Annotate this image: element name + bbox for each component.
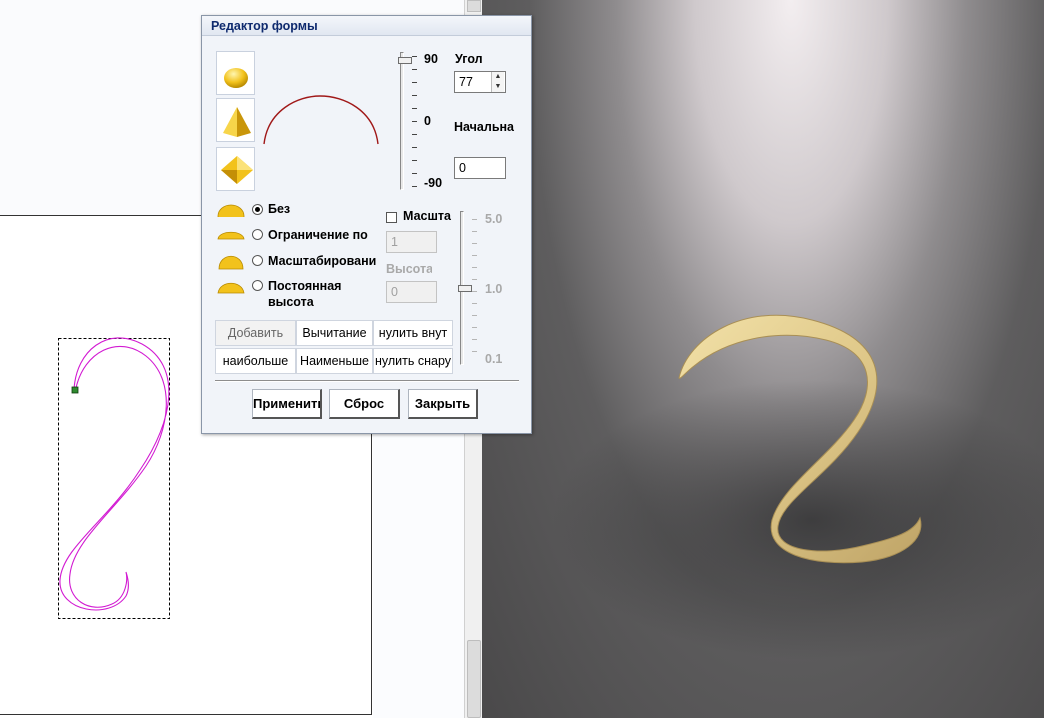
scale-slider-max: 5.0 — [485, 212, 503, 226]
combine-zero-outside-button[interactable]: нулить снару — [373, 348, 453, 374]
scale-slider-thumb[interactable] — [458, 285, 472, 292]
profile-preview — [263, 95, 379, 145]
limit-scale-radio[interactable] — [252, 255, 263, 266]
combine-subtract-button[interactable]: Вычитание — [296, 320, 373, 346]
cast-shadow — [552, 380, 1044, 660]
limit-const-height-label-2[interactable]: высота — [268, 295, 314, 309]
scale-slider-min: 0.1 — [485, 352, 503, 366]
angle-slider-max: 90 — [424, 52, 438, 66]
limit-const-height-radio[interactable] — [252, 280, 263, 291]
angle-slider-min: -90 — [424, 176, 443, 190]
limit-none-label[interactable]: Без — [268, 202, 290, 216]
height-label: Высота — [386, 262, 432, 276]
angle-slider-thumb[interactable] — [398, 57, 412, 64]
spin-up-icon[interactable]: ▲ — [492, 72, 504, 82]
scale-checkbox-label[interactable]: Масшта — [403, 209, 455, 223]
diamond-icon — [221, 156, 253, 184]
pyramid-icon — [223, 107, 251, 137]
scale-checkbox[interactable] — [386, 212, 397, 223]
limit-clip-label[interactable]: Ограничение по — [268, 228, 378, 242]
combine-min-button[interactable]: Наименьше — [296, 348, 373, 374]
dialog-separator — [215, 380, 519, 382]
curve-node-handle[interactable] — [71, 386, 79, 394]
combine-add-button[interactable]: Добавить — [215, 320, 296, 346]
angle-slider-mid: 0 — [424, 114, 431, 128]
limit-scale-label[interactable]: Масштабировани — [268, 254, 384, 268]
s-curve-vector[interactable] — [59, 337, 170, 611]
limit-none-radio[interactable] — [252, 204, 263, 215]
angle-spinner[interactable]: ▲ ▼ — [491, 72, 504, 92]
scale-slider[interactable] — [458, 211, 480, 366]
render-3d-view[interactable] — [482, 0, 1044, 718]
limit-clip-radio[interactable] — [252, 229, 263, 240]
shape-editor-dialog[interactable]: Редактор формы 90 0 -90 Угол 77 ▲ ▼ Нача… — [201, 15, 532, 434]
start-input[interactable]: 0 — [454, 157, 506, 179]
dialog-title[interactable]: Редактор формы — [202, 16, 531, 36]
dome-icon — [217, 231, 245, 240]
scale-value-input[interactable]: 1 — [386, 231, 437, 253]
limit-const-height-label-1[interactable]: Постоянная — [268, 279, 341, 293]
shape-diamond-button[interactable] — [216, 147, 255, 191]
dome-icon — [218, 255, 244, 270]
scale-slider-mid: 1.0 — [485, 282, 503, 296]
combine-zero-inside-button[interactable]: нулить внут — [373, 320, 453, 346]
shape-dome-button[interactable] — [216, 51, 255, 95]
dome-icon — [224, 68, 248, 88]
angle-label: Угол — [455, 52, 483, 66]
close-button[interactable]: Закрыть — [408, 389, 478, 419]
apply-button[interactable]: Применить — [252, 389, 322, 419]
angle-slider[interactable] — [398, 52, 420, 192]
dome-icon — [217, 204, 245, 217]
combine-max-button[interactable]: наибольше — [215, 348, 296, 374]
dome-icon — [217, 282, 245, 294]
relief-render — [552, 314, 1044, 660]
reset-button[interactable]: Сброс — [329, 389, 400, 419]
spin-down-icon[interactable]: ▼ — [492, 82, 504, 92]
height-value-input[interactable]: 0 — [386, 281, 437, 303]
start-label: Начальна — [454, 120, 515, 134]
shape-pyramid-button[interactable] — [216, 98, 255, 142]
